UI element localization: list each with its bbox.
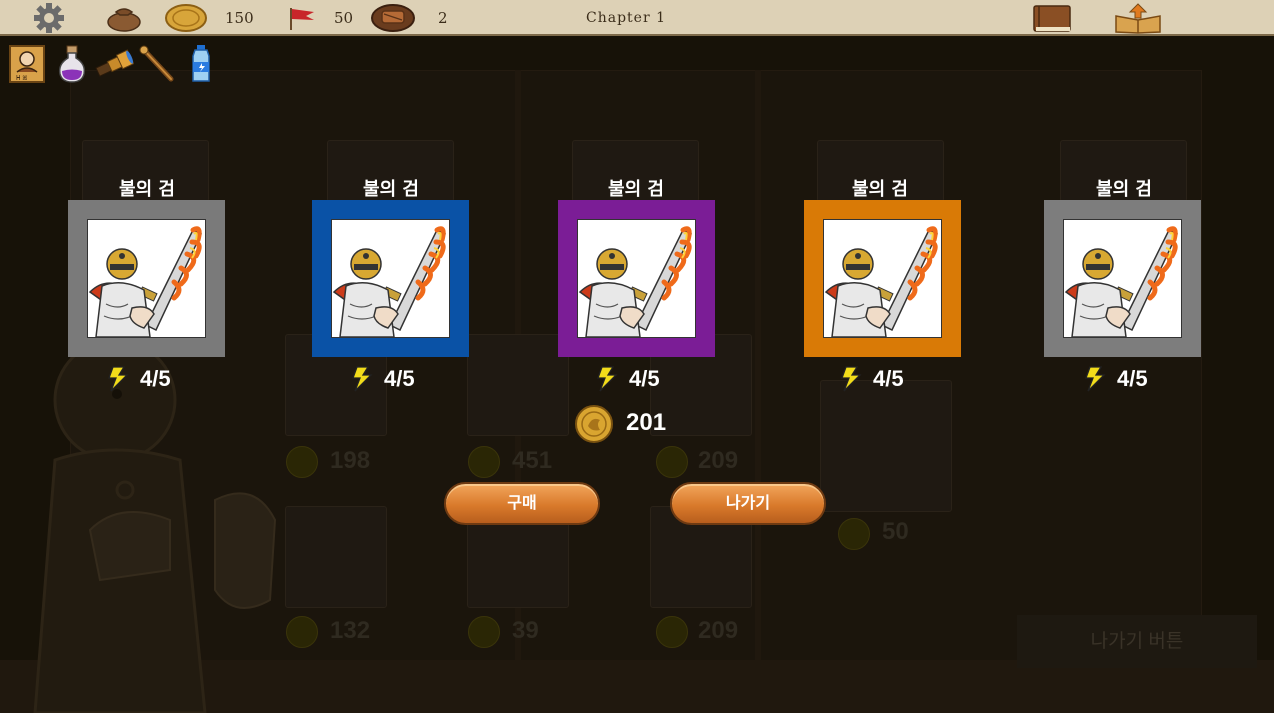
top-bar: 150 50 2 Chapter 1 bbox=[0, 0, 1274, 36]
item-stat: 4/5 bbox=[311, 365, 471, 393]
item-price: 451 bbox=[512, 447, 553, 474]
fire-sword-knight-image bbox=[1063, 219, 1182, 338]
svg-text:ᕼ ꕤ: ᕼ ꕤ bbox=[16, 75, 27, 82]
fire-sword-knight-image bbox=[87, 219, 206, 338]
flag-icon bbox=[290, 8, 314, 30]
item-frame bbox=[68, 200, 225, 357]
item-name: 불의 검 bbox=[119, 179, 175, 200]
fire-sword-icon bbox=[1064, 226, 1178, 337]
item-stat: 4/5 bbox=[67, 365, 227, 393]
item-name: 불의 검 bbox=[1096, 179, 1152, 200]
lightning-icon bbox=[108, 366, 129, 392]
item-stat-value: 4/5 bbox=[629, 366, 660, 391]
item-stat: 4/5 bbox=[800, 365, 960, 393]
coin-icon bbox=[656, 616, 688, 648]
lightning-icon bbox=[841, 366, 862, 392]
shelf-item bbox=[285, 506, 387, 608]
background-exit-button: 나가기 버튼 bbox=[1017, 615, 1257, 668]
purple-potion-icon[interactable] bbox=[52, 44, 92, 84]
water-bottle-icon[interactable] bbox=[181, 44, 221, 84]
coin-icon bbox=[468, 446, 500, 478]
item-price: 198 bbox=[330, 447, 371, 474]
shop-pillar bbox=[755, 70, 761, 660]
item-stat-value: 4/5 bbox=[873, 366, 904, 391]
item-name: 불의 검 bbox=[363, 179, 419, 200]
coin-icon bbox=[165, 4, 207, 32]
portrait-scroll-icon[interactable]: ᕼ ꕤ bbox=[8, 44, 48, 84]
item-name: 불의 검 bbox=[608, 179, 664, 200]
item-stat: 4/5 bbox=[1044, 365, 1204, 393]
item-stat: 4/5 bbox=[556, 365, 716, 393]
coin-icon bbox=[575, 405, 613, 443]
lightning-icon bbox=[597, 366, 618, 392]
item-stat-value: 4/5 bbox=[140, 366, 171, 391]
buy-button[interactable]: 구매 bbox=[444, 482, 600, 525]
item-price: 132 bbox=[330, 617, 371, 644]
coin-icon bbox=[656, 446, 688, 478]
open-book-icon[interactable] bbox=[1112, 2, 1164, 34]
shelf-item bbox=[820, 380, 952, 512]
fire-sword-knight-image bbox=[577, 219, 696, 338]
wand-icon[interactable] bbox=[137, 44, 177, 84]
fire-sword-icon bbox=[578, 226, 692, 337]
food-count: 2 bbox=[438, 9, 448, 27]
coin-icon bbox=[838, 518, 870, 550]
coin-icon bbox=[286, 616, 318, 648]
gold-count: 150 bbox=[225, 9, 254, 27]
item-frame bbox=[804, 200, 961, 357]
item-price: 50 bbox=[882, 518, 909, 545]
spyglass-icon[interactable] bbox=[94, 44, 134, 84]
fire-sword-knight-image bbox=[823, 219, 942, 338]
shelf-item bbox=[467, 334, 569, 436]
item-name: 불의 검 bbox=[852, 179, 908, 200]
pouch-icon[interactable] bbox=[104, 4, 144, 32]
item-price: 209 bbox=[698, 617, 739, 644]
coin-icon bbox=[286, 446, 318, 478]
item-frame bbox=[1044, 200, 1201, 357]
fire-sword-knight-image bbox=[331, 219, 450, 338]
shopkeeper-figure bbox=[33, 340, 277, 713]
exit-button[interactable]: 나가기 bbox=[670, 482, 826, 525]
fire-sword-icon bbox=[824, 226, 938, 337]
flag-count: 50 bbox=[334, 9, 354, 27]
chapter-title: Chapter 1 bbox=[586, 10, 666, 26]
item-frame bbox=[558, 200, 715, 357]
item-frame bbox=[312, 200, 469, 357]
item-stat-value: 4/5 bbox=[384, 366, 415, 391]
food-icon bbox=[371, 4, 415, 32]
fire-sword-icon bbox=[332, 226, 446, 337]
item-stat-value: 4/5 bbox=[1117, 366, 1148, 391]
lightning-icon bbox=[1085, 366, 1106, 392]
coin-icon bbox=[468, 616, 500, 648]
item-price-total: 201 bbox=[626, 409, 667, 436]
item-price: 39 bbox=[512, 617, 539, 644]
item-price: 209 bbox=[698, 447, 739, 474]
lightning-icon bbox=[352, 366, 373, 392]
book-icon[interactable] bbox=[1030, 3, 1074, 33]
gear-icon[interactable] bbox=[22, 3, 76, 33]
fire-sword-icon bbox=[88, 226, 202, 337]
